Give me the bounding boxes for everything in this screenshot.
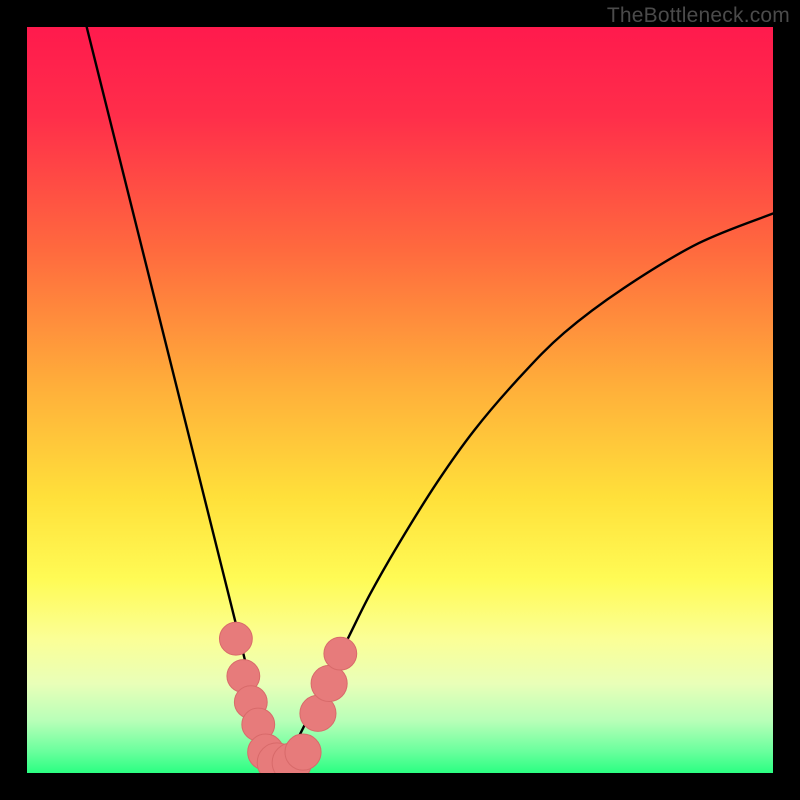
curve-layer (27, 27, 773, 773)
left-cluster-1 (219, 622, 252, 655)
watermark-text: TheBottleneck.com (607, 4, 790, 28)
plot-area (27, 27, 773, 773)
chart-frame: TheBottleneck.com (0, 0, 800, 800)
data-markers (219, 622, 356, 773)
bottleneck-curve (87, 27, 773, 766)
right-cluster-3 (324, 637, 357, 670)
right-cluster-2 (311, 665, 347, 701)
bottom-blob-d (285, 734, 321, 770)
